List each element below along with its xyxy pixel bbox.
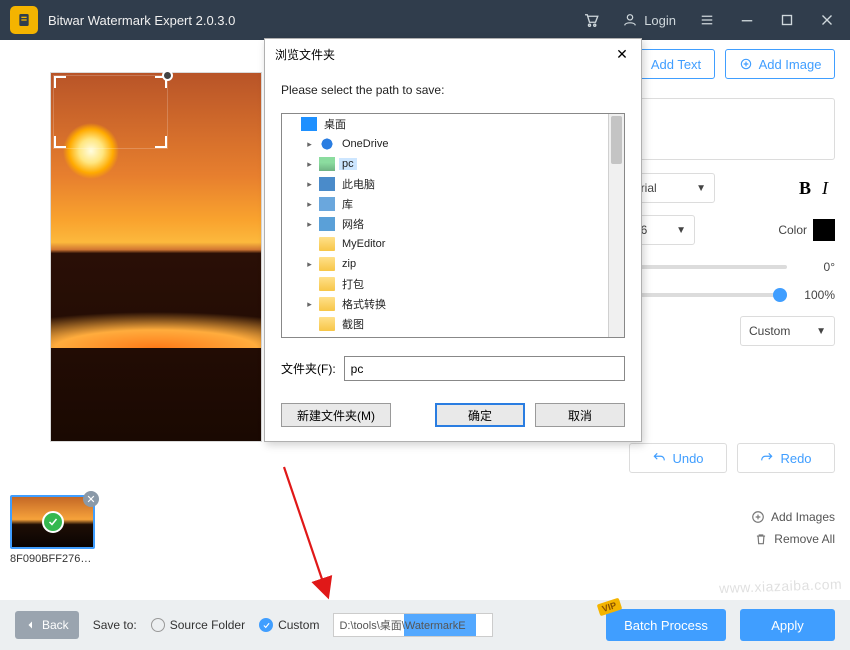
browse-folder-dialog: 浏览文件夹 ✕ Please select the path to save: … xyxy=(264,38,642,442)
net-icon xyxy=(319,217,335,231)
cloud-icon xyxy=(319,137,335,151)
dialog-overlay: 浏览文件夹 ✕ Please select the path to save: … xyxy=(0,0,850,650)
tree-node[interactable]: ▸格式转换 xyxy=(282,294,608,314)
folder-tree[interactable]: 桌面 ▸OneDrive▸pc▸此电脑▸库▸网络 MyEditor ▸zip 打包 ▸格式… xyxy=(281,113,625,338)
folder-icon xyxy=(319,257,335,271)
tree-node-label: zip xyxy=(339,258,359,270)
tree-node[interactable]: 桌面 xyxy=(282,114,608,134)
new-folder-button[interactable]: 新建文件夹(M) xyxy=(281,403,391,427)
tree-node[interactable]: ▸pc xyxy=(282,154,608,174)
dialog-title: 浏览文件夹 xyxy=(275,46,335,63)
dialog-close-icon[interactable]: ✕ xyxy=(613,45,631,63)
ok-button[interactable]: 确定 xyxy=(435,403,525,427)
folder-icon xyxy=(319,317,335,331)
folder-field-label: 文件夹(F): xyxy=(281,360,336,377)
user-icon xyxy=(319,157,335,171)
tree-node-label: pc xyxy=(339,158,357,170)
folder-name-input[interactable] xyxy=(344,356,625,381)
tree-node-label: 桌面 xyxy=(321,116,349,132)
tree-node[interactable]: ▸此电脑 xyxy=(282,174,608,194)
tree-node-label: 截图 xyxy=(339,316,367,332)
pc-icon xyxy=(319,177,335,191)
desk-icon xyxy=(301,117,317,131)
tree-node-label: MyEditor xyxy=(339,238,388,250)
cancel-button[interactable]: 取消 xyxy=(535,403,625,427)
dialog-message: Please select the path to save: xyxy=(281,83,625,97)
tree-node[interactable]: ▸库 xyxy=(282,194,608,214)
tree-node[interactable]: ▸OneDrive xyxy=(282,134,608,154)
tree-scrollbar[interactable] xyxy=(608,114,624,337)
tree-node-label: 打包 xyxy=(339,276,367,292)
tree-node-label: 网络 xyxy=(339,216,367,232)
tree-node-label: OneDrive xyxy=(339,138,391,150)
tree-node[interactable]: MyEditor xyxy=(282,234,608,254)
lib-icon xyxy=(319,197,335,211)
tree-node-label: 格式转换 xyxy=(339,296,389,312)
tree-node[interactable]: ▸zip xyxy=(282,254,608,274)
folder-icon xyxy=(319,297,335,311)
tree-node-label: 库 xyxy=(339,196,356,212)
folder-icon xyxy=(319,277,335,291)
tree-node-label: 此电脑 xyxy=(339,176,378,192)
tree-node[interactable]: ▸网络 xyxy=(282,214,608,234)
tree-node[interactable]: 截图 xyxy=(282,314,608,334)
folder-icon xyxy=(319,237,335,251)
tree-node[interactable]: 打包 xyxy=(282,274,608,294)
